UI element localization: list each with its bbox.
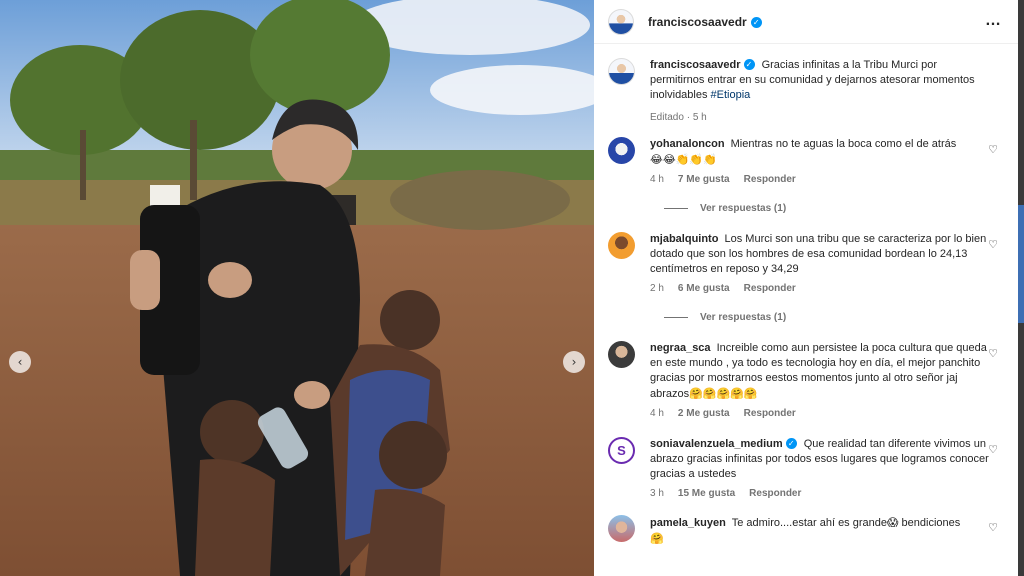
commenter-username[interactable]: yohanaloncon (650, 138, 725, 150)
view-replies-button[interactable]: Ver respuestas (1) (664, 312, 1004, 323)
like-heart-icon[interactable]: ♡ (988, 238, 998, 251)
commenter-username[interactable]: soniavalenzuela_medium (650, 438, 783, 450)
comment-text: Mientras no te aguas la boca como el de … (730, 138, 957, 150)
like-heart-icon[interactable]: ♡ (988, 347, 998, 360)
commenter-username[interactable]: negraa_sca (650, 342, 711, 354)
view-replies-button[interactable]: Ver respuestas (1) (664, 203, 1004, 214)
comment-item: yohanaloncon Mientras no te aguas la boc… (608, 137, 1004, 187)
next-photo-button[interactable]: › (563, 351, 585, 373)
comment-time: 4 h (650, 174, 664, 185)
view-replies-label[interactable]: Ver respuestas (1) (700, 312, 786, 323)
like-heart-icon[interactable]: ♡ (988, 521, 998, 534)
like-heart-icon[interactable]: ♡ (988, 143, 998, 156)
comment-text-continued: bendiciones (901, 517, 961, 529)
like-heart-icon[interactable]: ♡ (988, 443, 998, 456)
comment-likes[interactable]: 7 Me gusta (678, 172, 730, 187)
comment-time: 2 h (650, 283, 664, 294)
commenter-username[interactable]: mjabalquinto (650, 233, 718, 245)
author-name[interactable]: franciscosaavedr (648, 15, 747, 29)
author-avatar[interactable] (608, 8, 634, 35)
comments-list: franciscosaavedr ✓ Gracias infinitas a la… (594, 44, 1018, 547)
comments-panel: franciscosaavedr ✓ … franciscosaavedr ✓ Gr… (594, 0, 1018, 576)
commenter-avatar[interactable] (608, 137, 635, 164)
photo-scene (0, 0, 594, 576)
caption-time: 5 h (692, 112, 707, 123)
post-header: franciscosaavedr ✓ … (594, 0, 1018, 44)
reply-button[interactable]: Responder (744, 281, 796, 296)
comment-emoji: 🤗 (650, 532, 664, 545)
hashtag-link[interactable]: #Etiopia (711, 89, 751, 101)
author-username[interactable]: franciscosaavedr ✓ (648, 15, 762, 29)
previous-photo-button[interactable]: ‹ (9, 351, 31, 373)
commenter-avatar[interactable] (608, 515, 635, 542)
commenter-avatar[interactable]: S (608, 437, 635, 464)
more-options-icon[interactable]: … (985, 12, 1002, 30)
comment-emoji: 😱 (887, 516, 899, 529)
window-edge (1018, 0, 1024, 576)
reply-button[interactable]: Responder (744, 172, 796, 187)
comment-emoji: 🤗🤗🤗🤗🤗 (689, 387, 758, 400)
comment-time: 4 h (650, 408, 664, 419)
post-caption: franciscosaavedr ✓ Gracias infinitas a la… (608, 58, 1004, 125)
commenter-username[interactable]: pamela_kuyen (650, 517, 726, 529)
verified-badge-icon: ✓ (785, 438, 797, 449)
comment-item: mjabalquinto Los Murci son una tribu que… (608, 232, 1004, 296)
comment-item: S soniavalenzuela_medium ✓ Que realidad t… (608, 437, 1004, 501)
reply-button[interactable]: Responder (744, 406, 796, 421)
comment-time: 3 h (650, 488, 664, 499)
commenter-avatar[interactable] (608, 341, 635, 368)
verified-badge-icon: ✓ (750, 16, 762, 28)
replies-divider (664, 317, 688, 318)
replies-divider (664, 208, 688, 209)
comment-item: pamela_kuyen Te admiro....estar ahí es g… (608, 515, 1004, 547)
comment-emoji: 😂😂👏👏👏 (650, 153, 717, 166)
edited-label: Editado (650, 112, 684, 123)
background-highlight (1018, 205, 1024, 323)
comment-likes[interactable]: 15 Me gusta (678, 486, 735, 501)
reply-button[interactable]: Responder (749, 486, 801, 501)
view-replies-label[interactable]: Ver respuestas (1) (700, 203, 786, 214)
comment-likes[interactable]: 6 Me gusta (678, 281, 730, 296)
verified-badge-icon: ✓ (743, 59, 755, 70)
post-photo[interactable]: ‹ › (0, 0, 594, 576)
commenter-avatar[interactable] (608, 232, 635, 259)
comment-item: negraa_sca Increible como aun persistee … (608, 341, 1004, 421)
comment-text: Te admiro....estar ahí es grande (731, 517, 887, 529)
caption-author[interactable]: franciscosaavedr (650, 59, 741, 71)
author-avatar[interactable] (608, 58, 635, 85)
caption-timestamp: Editado · 5 h (650, 112, 707, 123)
comment-likes[interactable]: 2 Me gusta (678, 406, 730, 421)
